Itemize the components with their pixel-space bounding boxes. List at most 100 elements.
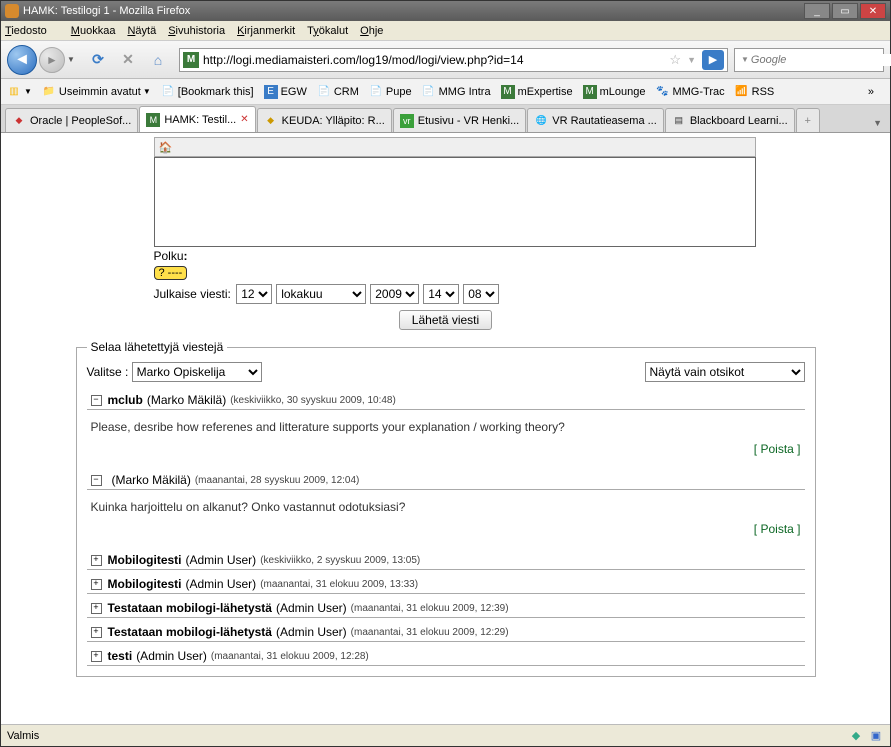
publish-minute-select[interactable]: 08 (463, 284, 499, 304)
message-title: Testataan mobilogi-lähetystä (108, 601, 272, 615)
home-button[interactable]: ⌂ (148, 50, 168, 70)
menu-edit[interactable]: Muokkaa (71, 25, 116, 37)
history-dropdown[interactable]: ▼ (67, 55, 77, 64)
expand-icon[interactable]: + (91, 579, 102, 590)
menu-tools[interactable]: Työkalut (307, 25, 348, 37)
status-icon-2[interactable]: ▣ (868, 728, 884, 744)
close-button[interactable]: ✕ (860, 3, 886, 19)
help-badge[interactable]: ? ---- (154, 266, 188, 280)
stop-button[interactable]: ✕ (118, 50, 138, 70)
site-favicon: M (183, 52, 199, 68)
message-actions: [ Poista ] (87, 438, 805, 466)
back-button[interactable]: ◄ (7, 45, 37, 75)
show-all-bookmarks[interactable]: ▥▼ (7, 85, 32, 99)
message-meta: (maanantai, 31 elokuu 2009, 12:39) (351, 603, 509, 614)
bookmark-mmg-intra[interactable]: 📄MMG Intra (422, 85, 491, 99)
message-meta: (maanantai, 31 elokuu 2009, 13:33) (260, 579, 418, 590)
menu-view[interactable]: Näytä (127, 25, 156, 37)
bookmark-crm[interactable]: 📄CRM (317, 85, 359, 99)
new-tab-button[interactable]: + (796, 108, 820, 132)
user-select[interactable]: Marko Opiskelija (132, 362, 262, 382)
message-author: (Admin User) (136, 649, 207, 663)
delete-link[interactable]: Poista (760, 522, 793, 536)
tab-oracle[interactable]: ◆Oracle | PeopleSof... (5, 108, 138, 132)
bookmark-mmg-trac[interactable]: 🐾MMG-Trac (655, 85, 724, 99)
bookmark-mlounge[interactable]: MmLounge (583, 85, 646, 99)
bookmark-mexpertise[interactable]: MmExpertise (501, 85, 573, 99)
view-mode-select[interactable]: Näytä vain otsikot (645, 362, 805, 382)
bookmark-overflow[interactable]: » (868, 86, 874, 98)
reload-button[interactable]: ⟳ (88, 50, 108, 70)
tab-close-icon[interactable]: ✕ (240, 114, 248, 125)
collapse-icon[interactable]: − (91, 475, 102, 486)
minimize-button[interactable]: _ (804, 3, 830, 19)
message-header: + Mobilogitesti (Admin User)(maanantai, 31… (87, 574, 805, 594)
message-item: + Mobilogitesti (Admin User)(maanantai, 31… (87, 574, 805, 594)
message-meta: (maanantai, 28 syyskuu 2009, 12:04) (195, 475, 360, 486)
expand-icon[interactable]: + (91, 627, 102, 638)
url-input[interactable] (203, 53, 666, 67)
message-actions: [ Poista ] (87, 518, 805, 546)
forward-button[interactable]: ► (39, 47, 65, 73)
message-header: −(Marko Mäkilä) (maanantai, 28 syyskuu 20… (87, 470, 805, 490)
message-item: −mclub(Marko Mäkilä)(keskiviikko, 30 syy… (87, 390, 805, 466)
message-title: Mobilogitesti (108, 577, 182, 591)
tab-keuda[interactable]: ◆KEUDA: Ylläpito: R... (257, 108, 392, 132)
publish-hour-select[interactable]: 14 (423, 284, 459, 304)
editor-toolbar: 🏠 (154, 137, 756, 157)
status-icon-1[interactable]: ◆ (848, 728, 864, 744)
tab-blackboard[interactable]: ▤Blackboard Learni... (665, 108, 795, 132)
message-header: + Mobilogitesti (Admin User)(keskiviikko, … (87, 550, 805, 570)
bookmark-pupe[interactable]: 📄Pupe (369, 85, 412, 99)
tab-hamk[interactable]: MHAMK: Testil...✕ (139, 106, 255, 132)
editor-home-icon[interactable]: 🏠 (159, 141, 175, 155)
bookmark-rss[interactable]: 📶RSS (735, 85, 775, 99)
navigation-toolbar: ◄ ► ▼ ⟳ ✕ ⌂ M ☆ ▼ ▶ G ▼ 🔍 (1, 41, 890, 79)
url-bar[interactable]: M ☆ ▼ ▶ (179, 48, 728, 72)
firefox-icon (5, 4, 19, 18)
tab-bar: ◆Oracle | PeopleSof... MHAMK: Testil...✕… (1, 105, 890, 133)
send-message-button[interactable]: Lähetä viesti (399, 310, 492, 330)
menu-file[interactable]: Tiedosto (5, 25, 59, 37)
tab-vr-etusivu[interactable]: vrEtusivu - VR Henki... (393, 108, 526, 132)
bookmark-this[interactable]: 📄[Bookmark this] (161, 85, 254, 99)
expand-icon[interactable]: + (91, 603, 102, 614)
message-meta: (maanantai, 31 elokuu 2009, 12:28) (211, 651, 369, 662)
search-bar[interactable]: G ▼ 🔍 (734, 48, 884, 72)
message-item: +Testataan mobilogi-lähetystä(Admin User… (87, 598, 805, 618)
window-titlebar: HAMK: Testilogi 1 - Mozilla Firefox _ ▭ … (1, 1, 890, 21)
search-input[interactable] (751, 54, 891, 66)
message-author: (Admin User) (186, 577, 257, 591)
publish-month-select[interactable]: lokakuu (276, 284, 366, 304)
publish-year-select[interactable]: 2009 (370, 284, 419, 304)
message-header: + testi(Admin User) (maanantai, 31 elokuu … (87, 646, 805, 666)
dropdown-icon[interactable]: ▼ (687, 55, 696, 65)
delete-link[interactable]: Poista (760, 442, 793, 456)
message-title: Mobilogitesti (108, 553, 182, 567)
path-row: Polku: (154, 249, 756, 263)
bookmark-egw[interactable]: EEGW (264, 85, 307, 99)
message-editor[interactable] (154, 157, 756, 247)
expand-icon[interactable]: + (91, 651, 102, 662)
bookmark-most-visited[interactable]: 📁Useimmin avatut▼ (42, 85, 151, 99)
search-engine-dropdown[interactable]: ▼ (741, 55, 749, 64)
expand-icon[interactable]: + (91, 555, 102, 566)
page-content: 🏠 Polku: ? ---- Julkaise viesti: 12 loka… (1, 133, 890, 724)
message-author: (Admin User) (186, 553, 257, 567)
maximize-button[interactable]: ▭ (832, 3, 858, 19)
menu-help[interactable]: Ohje (360, 25, 383, 37)
collapse-icon[interactable]: − (91, 395, 102, 406)
message-item: −(Marko Mäkilä) (maanantai, 28 syyskuu 20… (87, 470, 805, 546)
message-meta: (keskiviikko, 30 syyskuu 2009, 10:48) (230, 395, 396, 406)
tab-list-dropdown[interactable]: ▼ (873, 118, 882, 128)
message-title: testi (108, 649, 133, 663)
message-author: (Marko Mäkilä) (112, 473, 191, 487)
message-meta: (keskiviikko, 2 syyskuu 2009, 13:05) (260, 555, 420, 566)
bookmark-star-icon[interactable]: ☆ (669, 52, 681, 68)
publish-day-select[interactable]: 12 (236, 284, 272, 304)
message-meta: (maanantai, 31 elokuu 2009, 12:29) (351, 627, 509, 638)
go-button[interactable]: ▶ (702, 50, 724, 70)
tab-vr-rautatie[interactable]: 🌐VR Rautatieasema ... (527, 108, 664, 132)
menu-history[interactable]: Sivuhistoria (168, 25, 225, 37)
menu-bookmarks[interactable]: Kirjanmerkit (237, 25, 295, 37)
